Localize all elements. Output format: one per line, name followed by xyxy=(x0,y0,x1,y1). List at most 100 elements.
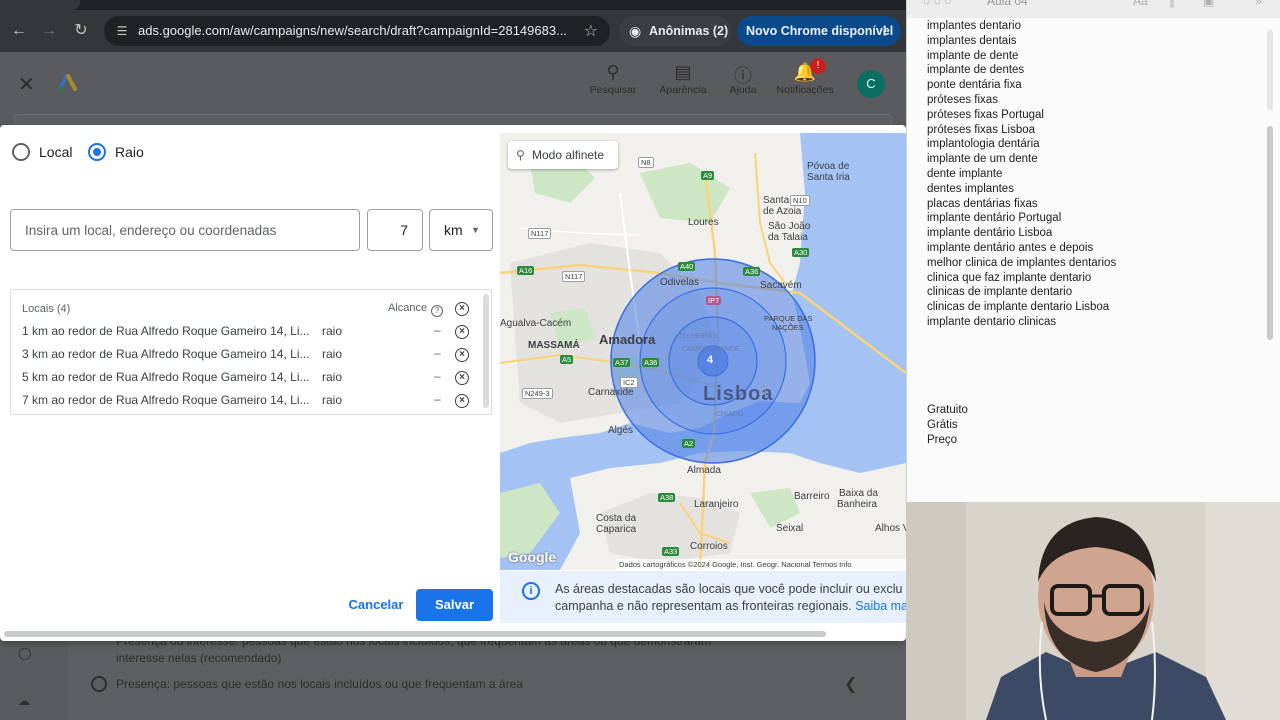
update-label: Novo Chrome disponível xyxy=(746,24,894,38)
map-label-alges: Algés xyxy=(608,425,634,436)
map-label-loures: Loures xyxy=(688,217,719,228)
map-label-massama: MASSAMÁ xyxy=(528,340,580,351)
map-label-amadora: Amadora xyxy=(599,332,656,347)
info-icon: i xyxy=(522,582,540,600)
unit-select[interactable]: km ▼ xyxy=(429,209,493,251)
window-controls-icon[interactable]: ○ ○ ○ xyxy=(923,0,951,8)
map-label-baixa: Baixa da xyxy=(839,488,878,499)
cluster-marker[interactable]: 4 xyxy=(707,354,713,366)
map-label-campo-grande: CAMPO GRANDE xyxy=(682,346,740,353)
learn-more-link[interactable]: Saiba ma xyxy=(855,599,906,613)
remove-location-icon[interactable]: × xyxy=(455,394,469,408)
remove-location-icon[interactable]: × xyxy=(455,348,469,362)
unit-value: km xyxy=(444,222,463,238)
keyword-line: implante dentário antes e depois xyxy=(927,242,1094,254)
avatar[interactable]: C xyxy=(857,70,885,98)
keyword-line: implante de dentes xyxy=(927,64,1025,77)
keyword-line: implantologia dentária xyxy=(927,138,1040,151)
road-badge: A36 xyxy=(743,267,761,276)
more-vert-icon[interactable]: ⋮ xyxy=(879,16,892,46)
site-settings-icon[interactable]: ☰ xyxy=(114,23,130,39)
address-bar[interactable]: ☰ ads.google.com/aw/campaigns/new/search… xyxy=(104,16,610,46)
notes-scrollbar[interactable] xyxy=(1267,126,1273,340)
remove-location-icon[interactable]: × xyxy=(455,371,469,385)
reach-header-label: Alcance xyxy=(388,302,428,314)
road-badge: N249-3 xyxy=(522,388,553,399)
google-ads-logo xyxy=(58,74,77,92)
expand-icon[interactable]: » xyxy=(1255,0,1262,8)
location-search-input[interactable] xyxy=(10,209,360,251)
list-scrollbar[interactable] xyxy=(483,294,489,408)
cancel-button[interactable]: Cancelar xyxy=(340,589,412,621)
map-label-povoa: Póvoa de xyxy=(807,161,850,172)
road-badge: A38 xyxy=(658,493,676,502)
save-button[interactable]: Salvar xyxy=(416,589,493,621)
remove-all-icon[interactable]: × xyxy=(455,302,469,316)
map-label-azoia: de Azoia xyxy=(763,206,802,217)
chevron-left-icon[interactable]: ❮ xyxy=(844,674,857,694)
location-text: 1 km ao redor de Rua Alfredo Roque Gamei… xyxy=(22,324,310,338)
help-icon: ⓘ xyxy=(734,66,752,86)
notifications-tool-label: Notificações xyxy=(776,84,834,96)
road-badge: A2 xyxy=(682,439,696,448)
presence-radio[interactable] xyxy=(91,676,107,692)
location-type: raio xyxy=(322,370,343,384)
map-label-santa-iria: Santa Iria xyxy=(807,172,850,183)
pin-mode-button[interactable]: ⚲ Modo alfinete xyxy=(508,141,618,169)
forward-icon[interactable]: → xyxy=(38,20,60,42)
location-reach: – xyxy=(434,369,441,383)
location-reach: – xyxy=(434,323,441,337)
road-badge: IC2 xyxy=(620,377,638,388)
notes-title: Aula 04 xyxy=(987,0,1028,8)
map-label-carnaxide: Carnaxide xyxy=(588,387,634,398)
info-line-2: campanha e não representam as fronteiras… xyxy=(555,599,852,613)
location-reach: – xyxy=(434,346,441,360)
map-label-barreiro: Barreiro xyxy=(794,491,830,502)
radius-input[interactable] xyxy=(367,209,423,251)
reload-icon[interactable]: ↻ xyxy=(70,20,92,42)
map[interactable]: ⚲ Modo alfinete Póvoa de Santa Iria Sant… xyxy=(500,133,906,570)
location-dialog: Local Raio km ▼ Locais (4) Alcance? × 1 … xyxy=(0,125,906,641)
bookmark-star-icon[interactable]: ☆ xyxy=(584,21,598,41)
keyword-line: melhor clinica de implantes dentarios xyxy=(927,256,1117,269)
hand-cursor-icon: ☝ xyxy=(758,382,768,399)
map-label-caparica: Caparica xyxy=(596,524,637,535)
keyword-line: placas dentárias fixas xyxy=(927,197,1038,210)
search-tool[interactable]: ⚲ Pesquisar xyxy=(578,62,648,96)
active-tab[interactable] xyxy=(0,0,80,10)
font-icon[interactable]: Aa xyxy=(1133,0,1148,8)
incognito-button[interactable]: ◉ Anônimas (2) xyxy=(619,16,731,46)
notifications-tool[interactable]: 🔔 Notificações ! xyxy=(770,58,840,96)
update-chrome-button[interactable]: Novo Chrome disponível ⋮ xyxy=(737,16,901,46)
location-row: 3 km ao redor de Rua Alfredo Roque Gamei… xyxy=(22,346,482,365)
horizontal-scrollbar[interactable] xyxy=(4,631,826,637)
remove-location-icon[interactable]: × xyxy=(455,325,469,339)
map-label-sacavem: Sacavém xyxy=(760,280,802,291)
map-attribution[interactable]: Dados cartográficos ©2024 Google, Inst. … xyxy=(616,559,906,570)
radio-raio-label: Raio xyxy=(115,144,144,160)
back-icon[interactable]: ← xyxy=(8,20,30,42)
road-badge: A16 xyxy=(517,266,535,275)
audio-icon[interactable]: ∥ xyxy=(1169,0,1175,8)
pin-mode-label: Modo alfinete xyxy=(532,148,605,162)
location-type: raio xyxy=(322,393,343,407)
info-banner: i As áreas destacadas são locais que voc… xyxy=(500,571,906,623)
keyword-line: dentes implantes xyxy=(927,182,1014,195)
side-nav-icon-2[interactable]: ☁ xyxy=(18,694,30,708)
keyword-line: implante de um dente xyxy=(927,153,1038,166)
url-text: ads.google.com/aw/campaigns/new/search/d… xyxy=(138,23,567,38)
location-row: 5 km ao redor de Rua Alfredo Roque Gamei… xyxy=(22,369,482,388)
radio-raio[interactable] xyxy=(88,143,106,161)
keyword-line: próteses fixas Portugal xyxy=(927,108,1044,121)
close-icon[interactable]: ✕ xyxy=(18,72,35,97)
side-nav-icon[interactable]: ◯ xyxy=(18,646,31,660)
keyword-line: implante de dente xyxy=(927,49,1019,62)
help-icon[interactable]: ? xyxy=(431,305,444,317)
radio-local[interactable] xyxy=(12,143,30,161)
share-icon[interactable]: ▣ xyxy=(1203,0,1214,8)
road-badge: N117 xyxy=(528,228,552,239)
map-label-sao-joao: São João xyxy=(768,221,811,232)
road-badge: N10 xyxy=(790,195,810,206)
help-tool[interactable]: ⓘ Ajuda xyxy=(708,62,778,96)
keyword-line: implante dentario clinicas xyxy=(927,316,1057,328)
